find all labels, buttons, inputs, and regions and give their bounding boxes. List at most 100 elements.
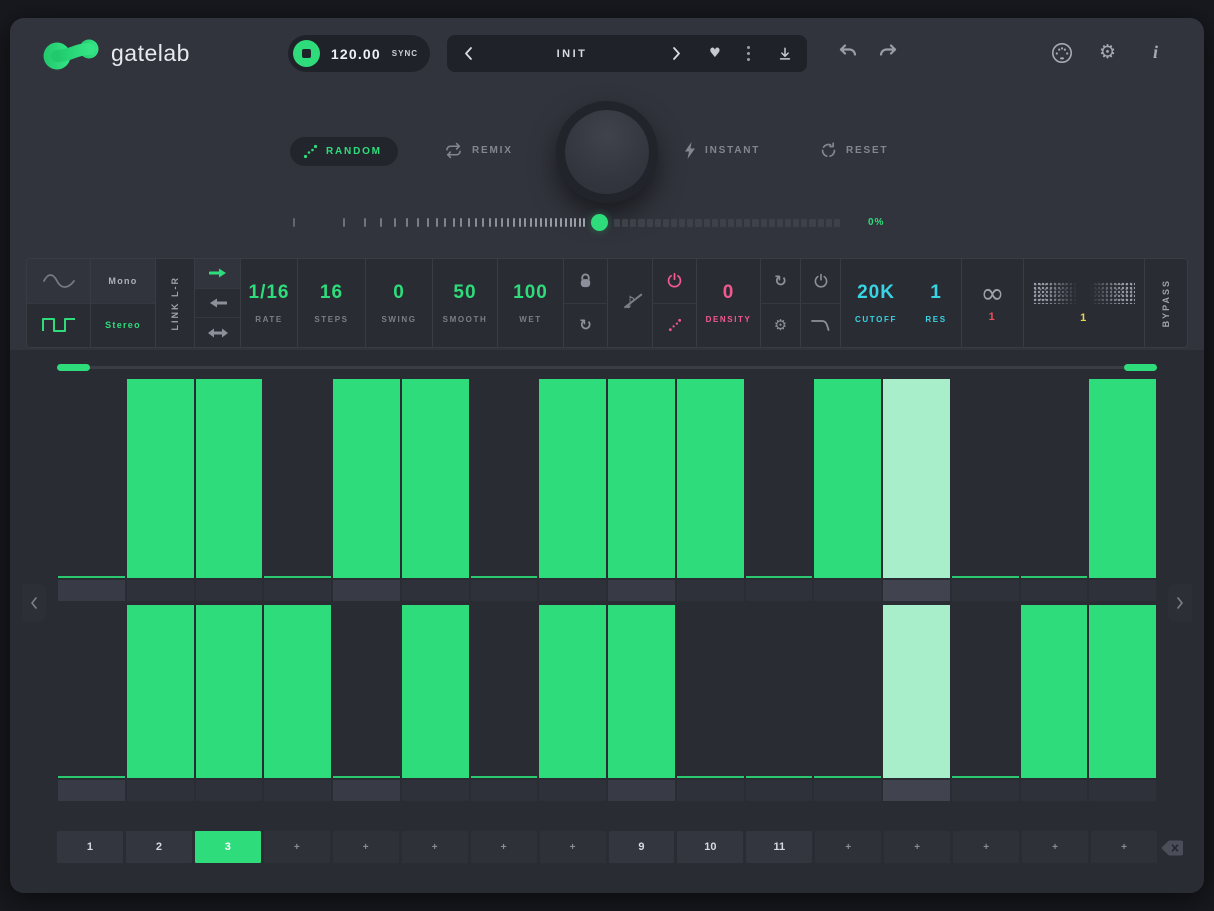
waveform-square-option[interactable] [27, 303, 90, 348]
loop-range-track[interactable] [57, 366, 1157, 369]
step-base-cell[interactable] [333, 780, 400, 801]
step-base-cell[interactable] [58, 780, 125, 801]
step-base-cell[interactable] [264, 780, 331, 801]
delete-page-button[interactable] [1161, 840, 1184, 856]
filter-settings-button[interactable]: ⚙ [761, 303, 800, 348]
stop-button[interactable] [293, 40, 320, 67]
page-add-button[interactable]: + [884, 831, 950, 863]
sync-toggle[interactable]: SYNC [392, 49, 418, 58]
amount-ticks[interactable] [293, 215, 591, 230]
settings-button[interactable]: ⚙ [1099, 41, 1116, 63]
bypass-toggle[interactable]: BYPASS [1145, 259, 1187, 347]
steps-control[interactable]: 16 STEPS [298, 259, 365, 347]
generator-knob[interactable] [556, 101, 658, 203]
seq-step-r1-16[interactable] [1088, 379, 1157, 578]
preset-next-button[interactable] [655, 35, 697, 72]
step-base-cell[interactable] [1021, 780, 1088, 801]
seq-step-r2-9[interactable] [607, 605, 676, 778]
step-base-cell[interactable] [333, 580, 400, 601]
swing-control[interactable]: 0 SWING [366, 259, 432, 347]
seq-step-r1-12[interactable] [813, 379, 882, 578]
loop-start-handle[interactable] [57, 364, 90, 371]
lock-button[interactable] [564, 259, 607, 303]
step-base-cell[interactable] [471, 780, 538, 801]
seq-step-r2-4[interactable] [263, 605, 332, 778]
mute-note-cell[interactable]: ♪ [608, 259, 652, 347]
repeat-infinity-control[interactable]: ∞ 1 [962, 259, 1023, 347]
step-base-cell[interactable] [1089, 580, 1156, 601]
page-button-1[interactable]: 1 [57, 831, 123, 863]
filter-refresh-button[interactable]: ↻ [761, 259, 800, 303]
page-add-button[interactable]: + [540, 831, 606, 863]
seq-step-r2-5[interactable] [332, 605, 401, 778]
preset-menu-button[interactable] [733, 46, 763, 61]
step-base-cell[interactable] [539, 580, 606, 601]
seq-step-r1-11[interactable] [745, 379, 814, 578]
step-base-cell[interactable] [127, 780, 194, 801]
seq-step-r1-1[interactable] [57, 379, 126, 578]
undo-button[interactable] [838, 44, 858, 60]
direction-backward-option[interactable] [195, 288, 240, 318]
amount-slider-thumb[interactable] [591, 214, 608, 231]
filter-power-button[interactable] [801, 259, 840, 303]
seq-step-r1-13[interactable] [882, 379, 951, 578]
seq-step-r1-5[interactable] [332, 379, 401, 578]
step-base-cell[interactable] [952, 780, 1019, 801]
seq-step-r2-16[interactable] [1088, 605, 1157, 778]
seq-step-r1-15[interactable] [1020, 379, 1089, 578]
redo-button[interactable] [878, 44, 898, 60]
reset-button[interactable]: RESET [820, 142, 888, 159]
seq-step-r2-6[interactable] [401, 605, 470, 778]
step-base-cell[interactable] [127, 580, 194, 601]
page-button-9[interactable]: 9 [609, 831, 675, 863]
step-base-cell[interactable] [471, 580, 538, 601]
step-base-cell[interactable] [196, 780, 263, 801]
step-base-cell[interactable] [58, 580, 125, 601]
midi-settings-button[interactable] [1050, 41, 1074, 65]
seq-step-r2-13[interactable] [882, 605, 951, 778]
direction-forward-option[interactable] [195, 259, 240, 288]
seq-step-r2-12[interactable] [813, 605, 882, 778]
link-lr-toggle[interactable]: LINK L-R [156, 259, 194, 347]
favorite-button[interactable]: ♥ [697, 35, 733, 72]
seq-step-r2-15[interactable] [1020, 605, 1089, 778]
amount-track[interactable] [614, 219, 840, 227]
density-random-button[interactable] [653, 303, 696, 348]
step-base-cell[interactable] [1021, 580, 1088, 601]
seq-step-r1-4[interactable] [263, 379, 332, 578]
wet-control[interactable]: 100 WET [498, 259, 563, 347]
loop-end-handle[interactable] [1124, 364, 1157, 371]
step-base-cell[interactable] [883, 780, 950, 801]
stereo-option[interactable]: Stereo [91, 303, 155, 348]
remix-button[interactable]: REMIX [444, 142, 513, 159]
step-base-cell[interactable] [746, 780, 813, 801]
page-add-button[interactable]: + [264, 831, 330, 863]
seq-step-r1-8[interactable] [538, 379, 607, 578]
waveform-sine-option[interactable] [27, 259, 90, 303]
density-power-button[interactable] [653, 259, 696, 303]
seq-step-r1-6[interactable] [401, 379, 470, 578]
direction-pingpong-option[interactable] [195, 317, 240, 347]
page-add-button[interactable]: + [333, 831, 399, 863]
step-base-cell[interactable] [814, 780, 881, 801]
step-base-cell[interactable] [814, 580, 881, 601]
random-button[interactable]: RANDOM [290, 137, 398, 166]
mono-option[interactable]: Mono [91, 259, 155, 303]
page-add-button[interactable]: + [815, 831, 881, 863]
res-control[interactable]: 1 RES [911, 259, 961, 347]
step-base-cell[interactable] [952, 580, 1019, 601]
step-base-cell[interactable] [196, 580, 263, 601]
seq-step-r2-2[interactable] [126, 605, 195, 778]
page-button-10[interactable]: 10 [677, 831, 743, 863]
step-base-cell[interactable] [539, 780, 606, 801]
step-base-cell[interactable] [608, 780, 675, 801]
step-base-cell[interactable] [677, 780, 744, 801]
step-base-cell[interactable] [746, 580, 813, 601]
page-button-11[interactable]: 11 [746, 831, 812, 863]
seq-step-r1-3[interactable] [195, 379, 264, 578]
seq-step-r2-10[interactable] [676, 605, 745, 778]
preset-name[interactable]: INIT [489, 48, 655, 60]
seq-step-r1-14[interactable] [951, 379, 1020, 578]
seq-step-r2-3[interactable] [195, 605, 264, 778]
dissolve-control[interactable]: 1 [1024, 259, 1144, 347]
